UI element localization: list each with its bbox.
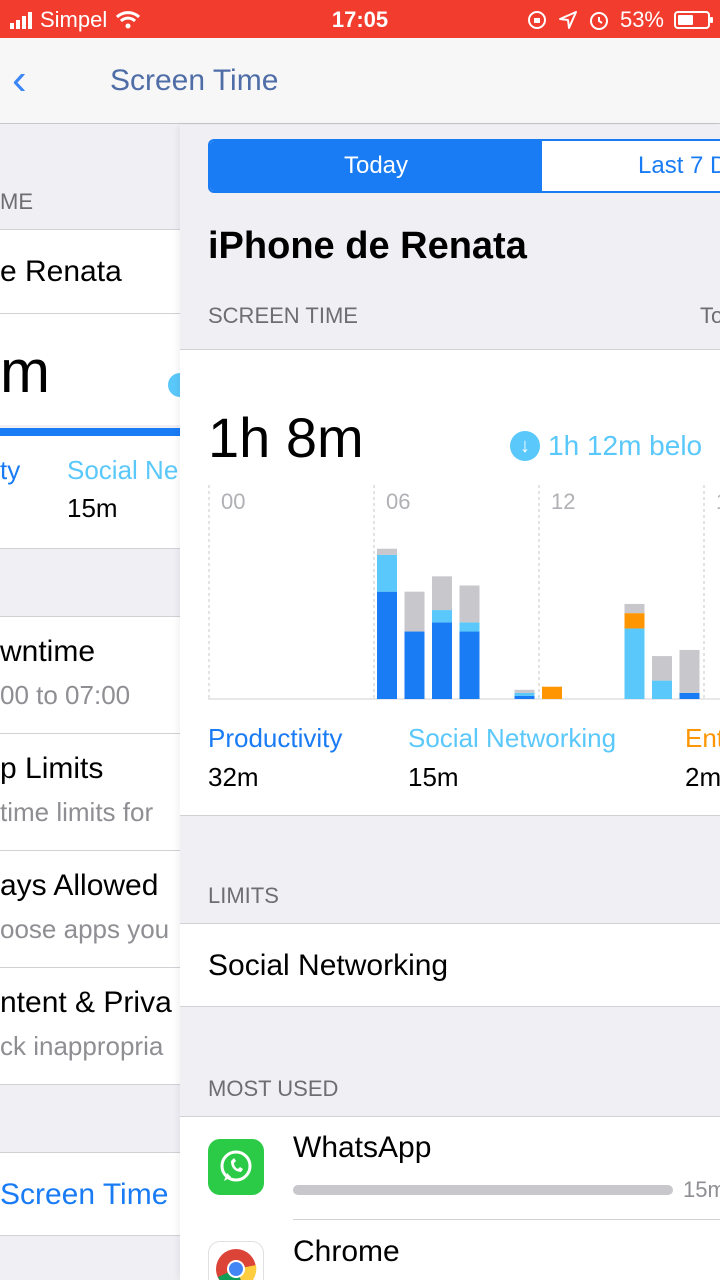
lp-always-allowed-sub: oose apps you	[0, 914, 170, 944]
chart-tick-label: 06	[386, 489, 410, 514]
lp-usage-bar	[0, 428, 180, 436]
segment-today[interactable]: Today	[210, 141, 542, 191]
trend-indicator: ↓ 1h 12m belo	[510, 430, 702, 462]
chart-bar-segment	[679, 649, 700, 693]
chart-bar-segment	[624, 628, 645, 699]
app-name-whatsapp[interactable]: WhatsApp	[293, 1131, 431, 1165]
alarm-icon	[589, 12, 608, 30]
lp-downtime-sub: 00 to 07:00	[0, 680, 131, 710]
category-productivity: Productivity 32m	[208, 723, 342, 793]
lp-downtime-title[interactable]: wntime	[0, 635, 95, 669]
usage-time-whatsapp: 15m	[683, 1177, 720, 1202]
chart-bar-segment	[514, 692, 535, 696]
status-bar: Simpel 17:05 53%	[0, 0, 720, 38]
chart-bar-segment	[459, 631, 480, 699]
battery-percent: 53%	[619, 7, 664, 32]
total-screen-time: 1h 8m	[208, 406, 364, 469]
device-name: iPhone de Renata	[208, 225, 527, 267]
whatsapp-icon	[208, 1139, 264, 1195]
category-time: 2m	[685, 762, 720, 792]
chart-bar-segment	[514, 689, 535, 693]
navigation-bar: ‹ Screen Time	[0, 38, 720, 124]
chart-bar-segment	[679, 692, 700, 699]
chart-tick-label: 12	[551, 489, 575, 514]
battery-icon	[674, 11, 713, 29]
chart-tick-label: 1	[716, 489, 720, 514]
chart-bar-segment	[652, 656, 672, 681]
chart-bar-segment	[432, 622, 452, 699]
device-detail-sheet: Today Last 7 D iPhone de Renata SCREEN T…	[180, 125, 720, 1280]
lp-total: m	[0, 338, 50, 405]
chart-bar-segment	[652, 680, 672, 699]
lp-content-sub: ck inappropria	[0, 1031, 164, 1061]
most-used-header: MOST USED	[208, 1076, 339, 1101]
chart-bar-segment	[377, 548, 397, 555]
lp-category-productivity: ty	[0, 455, 21, 485]
lp-app-limits-title[interactable]: p Limits	[0, 752, 103, 786]
limit-social-networking[interactable]: Social Networking	[208, 949, 448, 983]
chart-bar-segment	[377, 554, 397, 592]
chart-bar-segment	[624, 613, 645, 629]
category-entertainment: Ent 2m	[685, 723, 720, 793]
chart-bar-segment	[514, 695, 535, 699]
chart-bar-segment	[624, 603, 645, 614]
hourly-usage-chart: 00 06 12 1	[208, 485, 720, 700]
lp-device-name[interactable]: e Renata	[0, 255, 122, 289]
lp-category-social-time: 15m	[67, 493, 118, 523]
lp-app-limits-sub: time limits for	[0, 797, 154, 827]
lp-category-social: Social Ne	[67, 455, 179, 485]
chart-bar-segment	[377, 591, 397, 699]
lp-content-title[interactable]: ntent & Priva	[0, 986, 172, 1020]
chart-bar-segment	[432, 610, 452, 623]
category-name: Social Networking	[408, 723, 617, 753]
arrow-down-icon: ↓	[510, 431, 540, 461]
chart-tick-label: 00	[221, 489, 245, 514]
location-icon	[558, 11, 577, 29]
chart-bar-segment	[404, 631, 425, 699]
usage-bar-whatsapp	[293, 1185, 673, 1195]
segment-last-7-days[interactable]: Last 7 D	[542, 141, 720, 191]
background-settings-page: ME e Renata m ty Social Ne 15m wntime 00…	[0, 125, 180, 1280]
back-chevron-icon[interactable]: ‹	[12, 58, 27, 102]
lp-section-header: ME	[0, 189, 33, 214]
category-time: 32m	[208, 762, 259, 792]
lp-passcode-link[interactable]: Screen Time	[0, 1178, 168, 1212]
nav-title: Screen Time	[110, 64, 279, 97]
chart-bar-segment	[459, 622, 480, 632]
category-name: Ent	[685, 723, 720, 753]
category-time: 15m	[408, 762, 459, 792]
lp-always-allowed-title[interactable]: ays Allowed	[0, 869, 158, 903]
orientation-lock-icon	[527, 11, 546, 29]
chart-bar-segment	[404, 591, 425, 632]
chart-bar-segment	[432, 576, 452, 611]
chart-bar-segment	[542, 686, 562, 699]
screen-time-header: SCREEN TIME	[208, 303, 358, 328]
trend-text: 1h 12m belo	[548, 430, 703, 461]
category-name: Productivity	[208, 723, 343, 753]
limits-header: LIMITS	[208, 883, 279, 908]
period-segmented-control: Today Last 7 D	[208, 139, 720, 193]
app-name-chrome[interactable]: Chrome	[293, 1235, 400, 1269]
category-social-networking: Social Networking 15m	[408, 723, 616, 793]
screen-time-header-right: To	[700, 303, 720, 328]
chrome-icon	[208, 1241, 264, 1280]
chart-bar-segment	[459, 585, 480, 623]
